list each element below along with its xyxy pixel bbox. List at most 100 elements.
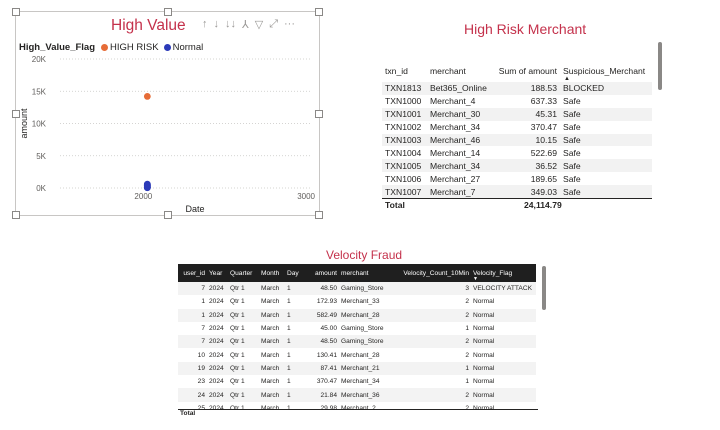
column-header[interactable]: txn_id bbox=[382, 60, 427, 82]
table-cell: 1 bbox=[393, 321, 471, 336]
y-tick-label: 15K bbox=[32, 87, 47, 96]
table-cell: 2 bbox=[393, 335, 471, 349]
column-header[interactable]: Velocity_Count_10Min bbox=[393, 264, 471, 282]
table-cell: 1 bbox=[285, 348, 302, 362]
table-cell: 1 bbox=[285, 321, 302, 336]
column-header[interactable]: amount bbox=[302, 264, 339, 282]
table-row[interactable]: 1 2024 Qtr 1 March 1 582.49 Merchant_28 2 Normal bbox=[178, 308, 536, 322]
table-cell: 1 bbox=[285, 361, 302, 376]
data-point[interactable] bbox=[143, 182, 151, 190]
sort-indicator-icon: ▼ bbox=[473, 276, 478, 282]
column-header[interactable]: user_id bbox=[178, 264, 207, 282]
table-cell: TXN1004 bbox=[382, 146, 427, 160]
table-title: High Risk Merchant bbox=[464, 21, 587, 37]
table-cell: 48.50 bbox=[302, 335, 339, 349]
table-cell: Bet365_Online bbox=[427, 82, 491, 95]
table-cell: 1 bbox=[285, 388, 302, 402]
table-row[interactable]: TXN1005 Merchant_34 36.52 Safe bbox=[382, 159, 652, 173]
total-label: Total bbox=[385, 200, 405, 210]
table-cell: Normal bbox=[471, 321, 536, 336]
total-value: 24,114.79 bbox=[524, 200, 562, 210]
table-cell: March bbox=[259, 321, 285, 336]
table-cell: Normal bbox=[471, 361, 536, 376]
column-header[interactable]: Day bbox=[285, 264, 302, 282]
column-header[interactable]: Velocity_Flag ▼ bbox=[471, 264, 536, 282]
table-cell: Merchant_34 bbox=[339, 375, 393, 389]
table-cell: 45.00 bbox=[302, 321, 339, 336]
table-row[interactable]: 24 2024 Qtr 1 March 1 21.84 Merchant_36 2 Normal bbox=[178, 388, 536, 402]
table-cell: Safe bbox=[560, 107, 652, 121]
table-cell: 522.69 bbox=[491, 146, 560, 160]
column-header[interactable]: merchant bbox=[427, 60, 491, 82]
column-header[interactable]: Month bbox=[259, 264, 285, 282]
vertical-scrollbar[interactable] bbox=[658, 42, 662, 90]
table-cell: Qtr 1 bbox=[228, 308, 259, 322]
column-header[interactable]: Sum of amount bbox=[491, 60, 560, 82]
velocity-fraud-visual[interactable]: Velocity Fraud user_id Year Quarter Month Da… bbox=[178, 248, 550, 420]
table-cell: Merchant_28 bbox=[339, 308, 393, 322]
table-row[interactable]: 7 2024 Qtr 1 March 1 45.00 Gaming_Store 1 Normal bbox=[178, 321, 536, 336]
table-cell: 10.15 bbox=[491, 133, 560, 147]
table-cell: Gaming_Store bbox=[339, 321, 393, 336]
high-value-visual[interactable]: High Value ↑ ↓ ↓↓ ⅄ ▽ ⤢ ··· High_Value_F… bbox=[12, 8, 323, 219]
high-risk-merchant-visual[interactable]: High Risk Merchant txn_id merchant Sum of … bbox=[382, 20, 662, 210]
column-header-label: Quarter bbox=[230, 269, 253, 277]
table-cell: March bbox=[259, 282, 285, 296]
table-cell: Qtr 1 bbox=[228, 388, 259, 402]
table-scroll-area[interactable]: txn_id merchant Sum of amount Suspicious_Me… bbox=[382, 40, 654, 200]
column-header[interactable]: Suspicious_Merchant ▲ bbox=[560, 60, 652, 82]
column-header[interactable]: Year bbox=[207, 264, 228, 282]
table-cell: Merchant_27 bbox=[427, 172, 491, 186]
table-cell: TXN1003 bbox=[382, 133, 427, 147]
column-header-label: merchant bbox=[341, 269, 369, 277]
table-cell: 2024 bbox=[207, 361, 228, 376]
column-header-label: Velocity_Count_10Min bbox=[403, 269, 469, 277]
table-row[interactable]: TXN1004 Merchant_14 522.69 Safe bbox=[382, 146, 652, 160]
column-header-label: Day bbox=[287, 269, 299, 277]
table-cell: Safe bbox=[560, 120, 652, 134]
table-row[interactable]: 7 2024 Qtr 1 March 1 48.50 Gaming_Store 3 VELOCI… bbox=[178, 282, 536, 296]
table-cell: 130.41 bbox=[302, 348, 339, 362]
table-cell: 1 bbox=[285, 308, 302, 322]
table-cell: 370.47 bbox=[302, 375, 339, 389]
column-header[interactable]: merchant bbox=[339, 264, 393, 282]
vertical-scrollbar[interactable] bbox=[542, 266, 546, 310]
y-axis-title: amount bbox=[19, 108, 29, 139]
table-row[interactable]: TXN1813 Bet365_Online 188.53 BLOCKED bbox=[382, 82, 652, 95]
table-cell: BLOCKED bbox=[560, 82, 652, 95]
table-cell: 2024 bbox=[207, 321, 228, 336]
table-cell: 1 bbox=[285, 335, 302, 349]
table-row[interactable]: TXN1000 Merchant_4 637.33 Safe bbox=[382, 94, 652, 108]
table-cell: Qtr 1 bbox=[228, 282, 259, 296]
table-row[interactable]: 10 2024 Qtr 1 March 1 130.41 Merchant_28 2 Norma… bbox=[178, 348, 536, 362]
x-tick-label: 3000 bbox=[297, 192, 315, 201]
table-row[interactable]: TXN1002 Merchant_34 370.47 Safe bbox=[382, 120, 652, 134]
table-cell: Safe bbox=[560, 159, 652, 173]
table-scroll-area[interactable]: user_id Year Quarter Month Day amount merchant… bbox=[178, 264, 538, 410]
table-row[interactable]: TXN1007 Merchant_7 349.03 Safe bbox=[382, 185, 652, 199]
table-row[interactable]: 19 2024 Qtr 1 March 1 87.41 Merchant_21 1 Normal bbox=[178, 361, 536, 376]
table-cell: Safe bbox=[560, 146, 652, 160]
table-cell: Merchant_21 bbox=[339, 361, 393, 376]
y-tick-label: 5K bbox=[36, 152, 46, 161]
y-tick-label: 0K bbox=[36, 184, 46, 193]
table-cell: Safe bbox=[560, 94, 652, 108]
table-cell: 2024 bbox=[207, 375, 228, 389]
table-row[interactable]: 23 2024 Qtr 1 March 1 370.47 Merchant_34 1 Norma… bbox=[178, 375, 536, 389]
table-cell: Normal bbox=[471, 375, 536, 389]
column-header[interactable]: Quarter bbox=[228, 264, 259, 282]
table-cell: March bbox=[259, 348, 285, 362]
table-row[interactable]: 7 2024 Qtr 1 March 1 48.50 Gaming_Store 2 Normal bbox=[178, 335, 536, 349]
table-cell: 1 bbox=[285, 375, 302, 389]
table-cell: TXN1000 bbox=[382, 94, 427, 108]
table-cell: 1 bbox=[285, 295, 302, 309]
data-point[interactable] bbox=[143, 93, 151, 100]
high-risk-merchant-table: txn_id merchant Sum of amount Suspicious_Me… bbox=[382, 60, 652, 200]
table-cell: 2024 bbox=[207, 308, 228, 322]
table-row[interactable]: TXN1006 Merchant_27 189.65 Safe bbox=[382, 172, 652, 186]
table-row[interactable]: 1 2024 Qtr 1 March 1 172.93 Merchant_33 2 Normal bbox=[178, 295, 536, 309]
table-row[interactable]: TXN1003 Merchant_46 10.15 Safe bbox=[382, 133, 652, 147]
table-cell: Gaming_Store bbox=[339, 335, 393, 349]
table-row[interactable]: TXN1001 Merchant_30 45.31 Safe bbox=[382, 107, 652, 121]
table-cell: TXN1813 bbox=[382, 82, 427, 95]
